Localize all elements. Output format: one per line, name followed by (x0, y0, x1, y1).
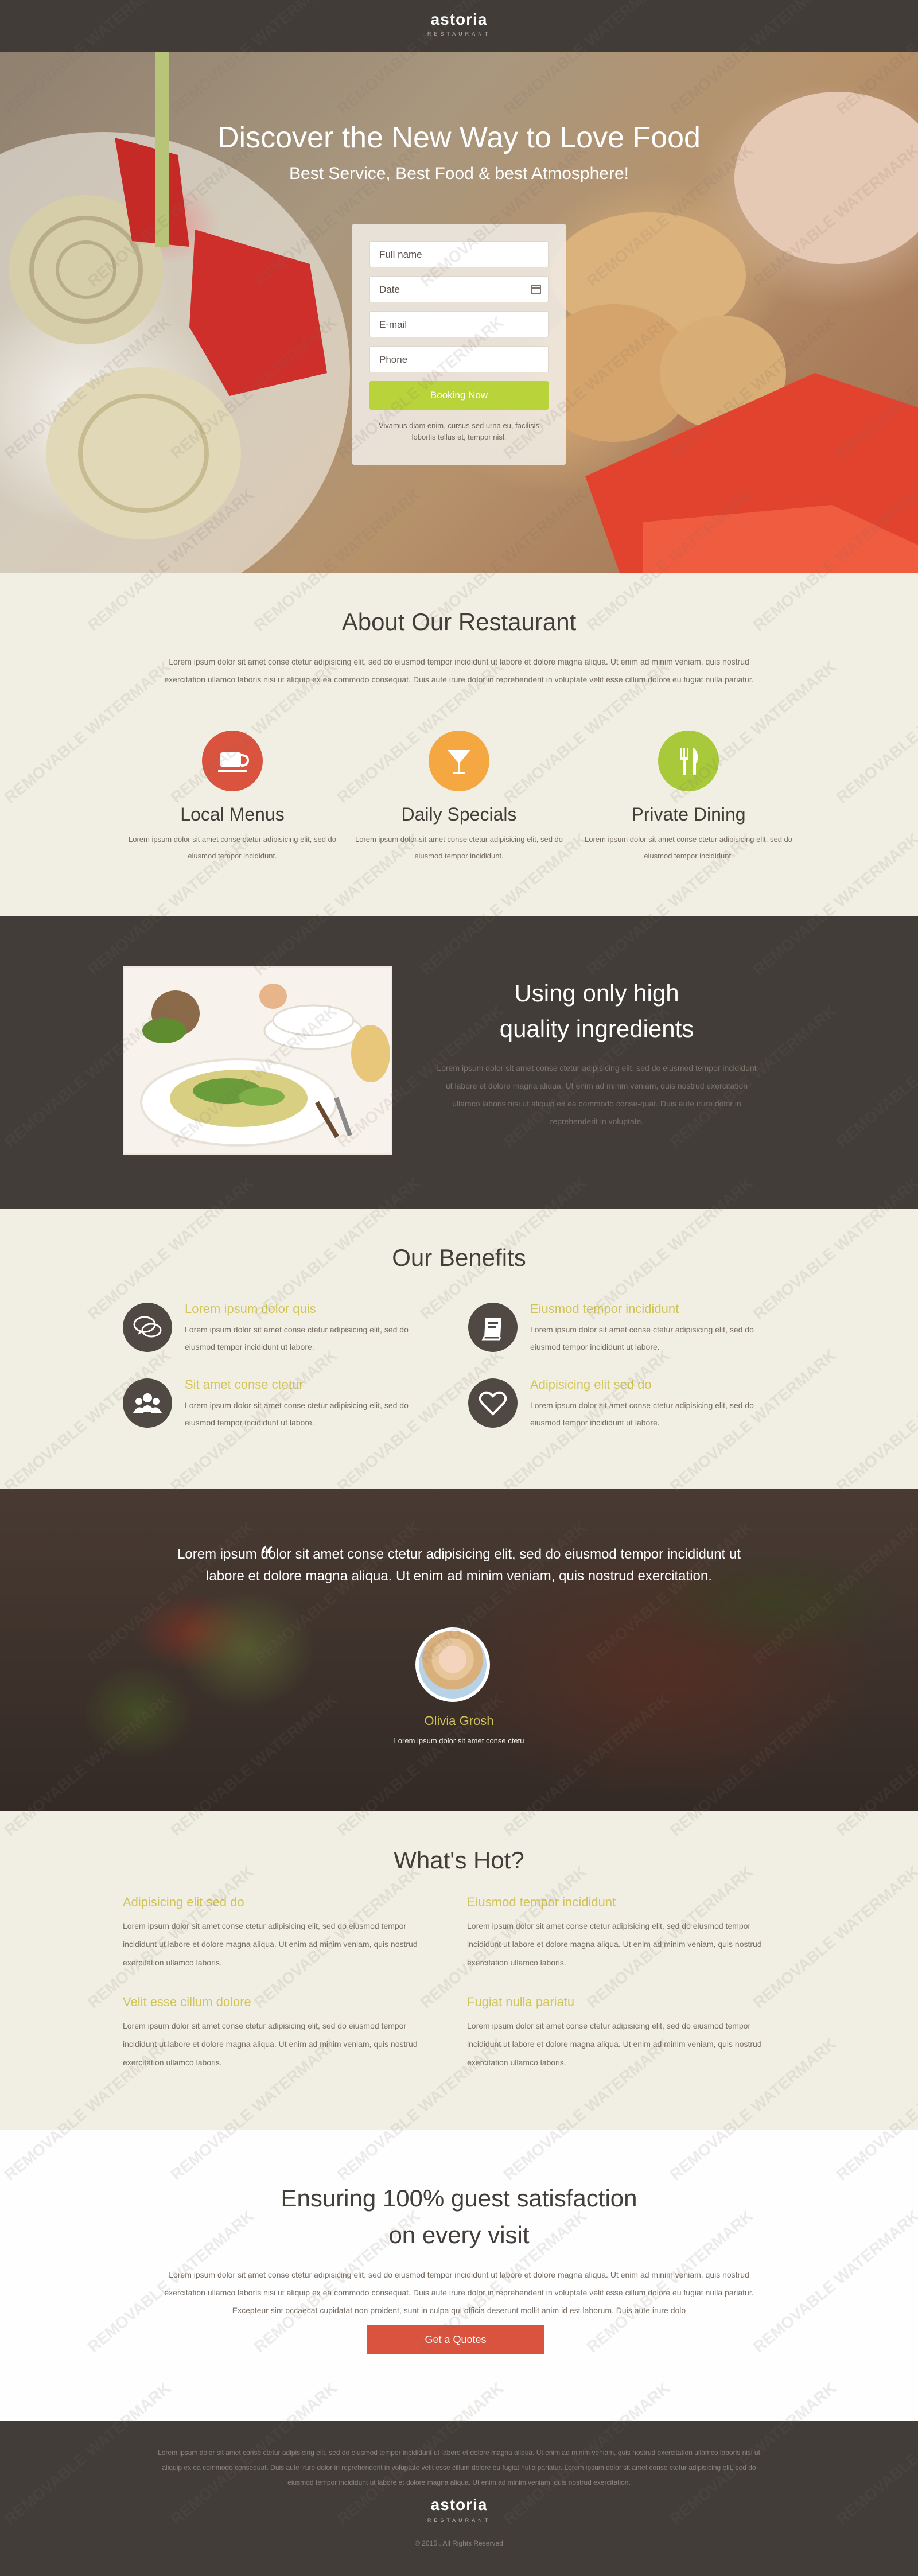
feature-private-dining: Private Dining Lorem ipsum dolor sit ame… (579, 731, 798, 864)
fork-knife-icon (658, 731, 719, 791)
date-placeholder: Date (379, 284, 400, 295)
benefit-text: Lorem ipsum dolor sit amet conse ctetur … (530, 1401, 754, 1427)
footer-logo[interactable]: astoria (0, 2496, 918, 2514)
get-a-quotes-button[interactable]: Get a Quotes (367, 2325, 544, 2354)
book-icon (468, 1303, 518, 1352)
full-name-placeholder: Full name (379, 249, 422, 260)
hot-item-title[interactable]: Adipisicing elit sed do (123, 1895, 433, 1910)
hot-item-text: Lorem ipsum dolor sit amet conse ctetur … (467, 1921, 762, 1967)
hot-item-title[interactable]: Eiusmod tempor incididunt (467, 1895, 777, 1910)
coffee-cup-icon (202, 731, 263, 791)
footer: Lorem ipsum dolor sit amet conse ctetur … (0, 2421, 918, 2576)
feature-text: Lorem ipsum dolor sit amet conse ctetur … (355, 835, 563, 860)
hero-title: Discover the New Way to Love Food (217, 121, 701, 154)
benefit-title: Eiusmod tempor incididunt (530, 1301, 679, 1316)
about-intro: Lorem ipsum dolor sit amet conse ctetur … (164, 657, 754, 684)
heart-icon (468, 1378, 518, 1428)
feature-title: Daily Specials (401, 804, 517, 825)
hero-section: Discover the New Way to Love Food Best S… (0, 52, 918, 573)
feature-daily-specials: Daily Specials Lorem ipsum dolor sit ame… (350, 731, 568, 864)
calendar-icon[interactable] (531, 285, 541, 294)
top-bar: astoria RESTAURANT (0, 0, 918, 52)
hot-item: Adipisicing elit sed do Lorem ipsum dolo… (123, 1895, 433, 1972)
benefit-text: Lorem ipsum dolor sit amet conse ctetur … (530, 1325, 754, 1351)
testimonial-name: Olivia Grosh (424, 1714, 494, 1728)
footer-text: Lorem ipsum dolor sit amet conse ctetur … (158, 2449, 760, 2486)
full-name-field[interactable]: Full name (369, 241, 549, 267)
testimonial-role: Lorem ipsum dolor sit amet conse ctetu (394, 1736, 524, 1745)
about-title: About Our Restaurant (341, 608, 577, 635)
footer-logo-subtitle: RESTAURANT (427, 2517, 491, 2523)
hot-item-text: Lorem ipsum dolor sit amet conse ctetur … (123, 2021, 418, 2067)
hot-item-title[interactable]: Velit esse cillum dolore (123, 1995, 433, 2010)
hot-item-text: Lorem ipsum dolor sit amet conse ctetur … (467, 2021, 762, 2067)
users-icon (123, 1378, 172, 1428)
ingredients-title: Using only high quality ingredients (436, 976, 757, 1047)
ingredients-text: Lorem ipsum dolor sit amet conse ctetur … (437, 1063, 757, 1126)
copyright: © 2015 . All Rights Reserved (415, 2539, 503, 2547)
avatar (415, 1627, 490, 1702)
satisfaction-section: Ensuring 100% guest satisfaction on ever… (0, 2130, 918, 2421)
logo[interactable]: astoria (0, 10, 918, 29)
hot-item: Eiusmod tempor incididunt Lorem ipsum do… (467, 1895, 777, 1972)
booking-form: Full name Date E-mail Phone Booking Now … (352, 224, 566, 465)
benefits-title: Our Benefits (392, 1244, 526, 1271)
satisfaction-title-line2: on every visit (388, 2221, 530, 2248)
hot-item: Fugiat nulla pariatu Lorem ipsum dolor s… (467, 1995, 777, 2072)
ingredients-title-line2: quality ingredients (499, 1015, 694, 1042)
booking-now-button[interactable]: Booking Now (369, 381, 549, 410)
benefit-title: Lorem ipsum dolor quis (185, 1301, 316, 1316)
testimonial-section: “ Lorem ipsum dolor sit amet conse ctetu… (0, 1489, 918, 1811)
ingredients-title-line1: Using only high (514, 980, 679, 1007)
date-field[interactable]: Date (369, 276, 549, 302)
whats-hot-title: What's Hot? (394, 1847, 524, 1874)
hot-item-title[interactable]: Fugiat nulla pariatu (467, 1995, 777, 2010)
hero-subtitle: Best Service, Best Food & best Atmospher… (289, 164, 629, 183)
form-note: Vivamus diam enim, cursus sed urna eu, f… (378, 421, 540, 441)
satisfaction-title-line1: Ensuring 100% guest satisfaction (281, 2185, 637, 2212)
hot-item: Velit esse cillum dolore Lorem ipsum dol… (123, 1995, 433, 2072)
chat-bubbles-icon (123, 1303, 172, 1352)
benefit-text: Lorem ipsum dolor sit amet conse ctetur … (185, 1325, 409, 1351)
satisfaction-text: Lorem ipsum dolor sit amet conse ctetur … (164, 2270, 754, 2315)
about-section: About Our Restaurant Lorem ipsum dolor s… (0, 573, 918, 916)
whats-hot-section: What's Hot? Adipisicing elit sed do Lore… (0, 1811, 918, 2130)
ingredients-section: Using only high quality ingredients Lore… (0, 916, 918, 1209)
feature-local-menus: Local Menus Lorem ipsum dolor sit amet c… (123, 731, 341, 864)
cocktail-glass-icon (429, 731, 489, 791)
testimonial-quote: Lorem ipsum dolor sit amet conse ctetur … (177, 1547, 741, 1584)
feature-text: Lorem ipsum dolor sit amet conse ctetur … (584, 835, 792, 860)
feature-text: Lorem ipsum dolor sit amet conse ctetur … (128, 835, 336, 860)
logo-subtitle: RESTAURANT (427, 31, 491, 37)
feature-title: Local Menus (180, 804, 285, 825)
email-field[interactable]: E-mail (369, 311, 549, 337)
ingredients-photo (123, 966, 392, 1155)
benefit-title: Adipisicing elit sed do (530, 1377, 652, 1392)
benefits-section: Our Benefits Lorem ipsum dolor quis Lore… (0, 1209, 918, 1489)
phone-placeholder: Phone (379, 354, 408, 365)
benefit-text: Lorem ipsum dolor sit amet conse ctetur … (185, 1401, 409, 1427)
phone-field[interactable]: Phone (369, 346, 549, 372)
feature-title: Private Dining (631, 804, 746, 825)
hot-item-text: Lorem ipsum dolor sit amet conse ctetur … (123, 1921, 418, 1967)
benefit-title: Sit amet conse ctetur (185, 1377, 304, 1392)
email-placeholder: E-mail (379, 319, 407, 330)
satisfaction-title: Ensuring 100% guest satisfaction on ever… (0, 2180, 918, 2253)
